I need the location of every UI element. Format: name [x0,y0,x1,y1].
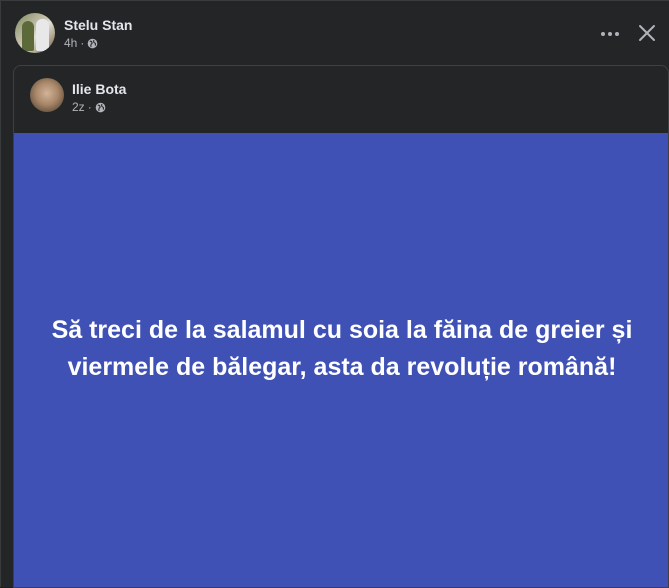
avatar-figure-right [36,19,49,51]
post-time[interactable]: 4h [64,35,77,51]
shared-post-meta: 2z · [72,99,126,115]
shared-meta-separator: · [87,100,92,114]
close-button[interactable] [635,21,659,45]
post-card: Stelu Stan 4h · Ilie Bota 2z · Să treci … [0,0,669,588]
author-name[interactable]: Stelu Stan [64,16,132,34]
shared-post-time[interactable]: 2z [72,99,85,115]
globe-icon [95,102,105,112]
globe-icon [88,38,98,48]
meta-separator: · [80,36,85,50]
shared-author-info: Ilie Bota 2z · [72,80,126,115]
shared-author-name[interactable]: Ilie Bota [72,80,126,98]
post-header: Stelu Stan 4h · [15,13,132,53]
more-horizontal-icon [601,32,619,36]
text-background-banner: Să treci de la salamul cu soia la făina … [14,133,668,587]
close-icon [639,25,655,41]
more-options-button[interactable] [599,23,621,45]
shared-post-header: Ilie Bota 2z · [30,78,126,115]
post-text: Să treci de la salamul cu soia la făina … [51,315,633,381]
author-info: Stelu Stan 4h · [64,16,132,51]
shared-author-avatar[interactable] [30,78,64,112]
author-avatar[interactable] [15,13,55,53]
shared-post[interactable]: Ilie Bota 2z · Să treci de la salamul cu… [13,65,669,588]
avatar-figure-left [22,21,34,51]
post-meta: 4h · [64,35,132,51]
